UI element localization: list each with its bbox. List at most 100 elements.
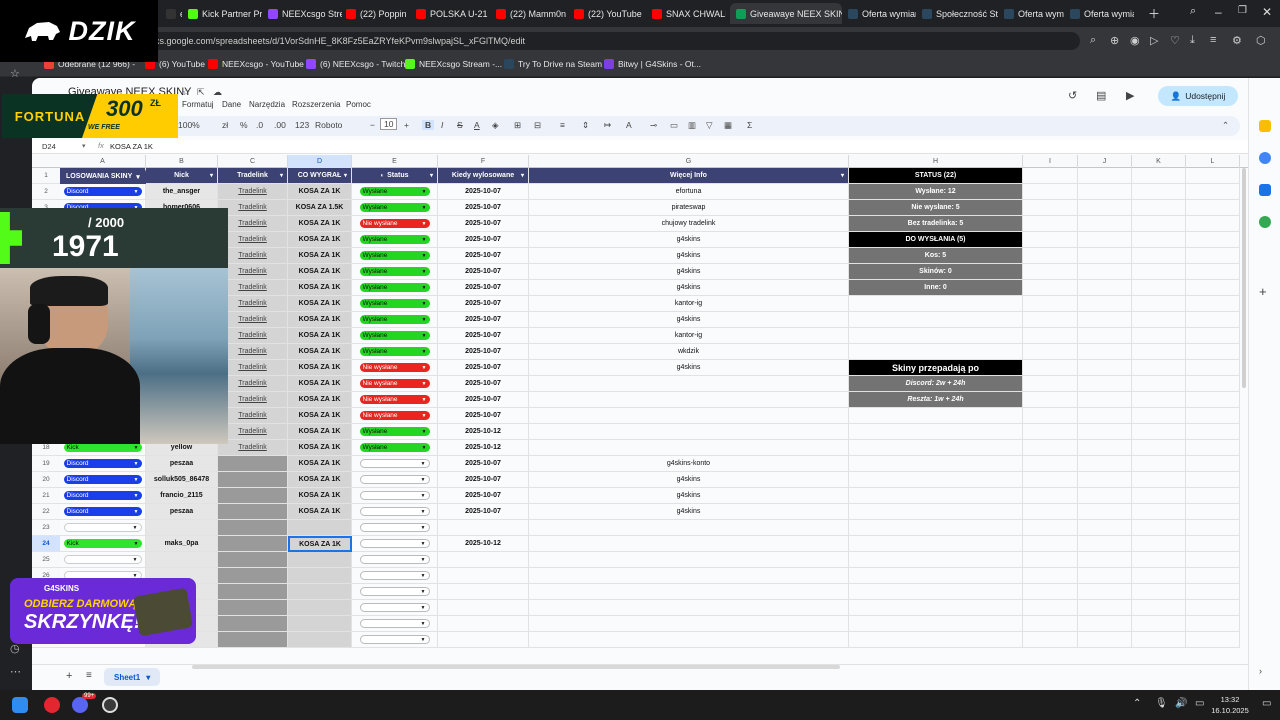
tray-chevron-icon[interactable]: ⌃ — [1133, 698, 1141, 709]
cell[interactable] — [1078, 376, 1132, 392]
cell[interactable] — [1023, 312, 1078, 328]
source-cell[interactable]: Discord ▼ — [60, 456, 146, 472]
status-dropdown[interactable]: Wysłane ▼ — [359, 251, 430, 260]
chart-icon[interactable]: ▥ — [688, 120, 696, 131]
cell[interactable] — [849, 616, 1023, 632]
valign-icon[interactable]: ⇕ — [582, 120, 589, 131]
nick-cell[interactable]: peszaa — [146, 456, 218, 472]
prize-cell[interactable]: KOSA ZA 1K — [288, 504, 352, 520]
cell[interactable] — [1078, 280, 1132, 296]
info-cell[interactable] — [529, 392, 849, 408]
cell[interactable] — [1186, 280, 1240, 296]
cell[interactable] — [1186, 392, 1240, 408]
column-header-e[interactable]: E — [352, 155, 438, 168]
info-cell[interactable]: g4skins — [529, 488, 849, 504]
cell[interactable] — [1078, 360, 1132, 376]
cell[interactable] — [1186, 408, 1240, 424]
play-icon[interactable]: ▷ — [1150, 34, 1158, 47]
cell[interactable] — [1132, 376, 1186, 392]
volume-icon[interactable]: 🔊 — [1175, 698, 1187, 709]
add-sheet-icon[interactable]: + — [66, 670, 72, 682]
cell[interactable] — [1186, 248, 1240, 264]
status-dropdown[interactable]: Wysłane ▼ — [359, 267, 430, 276]
bookmark[interactable]: Bitwy | G4Skins - Ot... — [604, 59, 701, 69]
status-cell[interactable]: Wysłane ▼ — [352, 344, 438, 360]
status-dropdown[interactable]: ▼ — [359, 555, 430, 564]
column-header-j[interactable]: J — [1078, 155, 1132, 168]
prize-cell[interactable]: KOSA ZA 1K — [288, 424, 352, 440]
cell[interactable] — [1023, 520, 1078, 536]
cell[interactable] — [1078, 216, 1132, 232]
cell[interactable] — [1186, 232, 1240, 248]
cell[interactable] — [1023, 184, 1078, 200]
currency-button[interactable]: zł — [222, 120, 228, 130]
status-cell[interactable]: ▼ — [352, 568, 438, 584]
cell[interactable] — [1023, 552, 1078, 568]
browser-tab[interactable]: Oferta wymian — [1064, 3, 1134, 24]
tradelink-cell[interactable]: Tradelink — [218, 232, 288, 248]
cell[interactable] — [1132, 168, 1186, 184]
tradelink-cell[interactable] — [218, 456, 288, 472]
column-header-f[interactable]: F — [438, 155, 529, 168]
source-dropdown[interactable]: Kick ▼ — [63, 539, 142, 548]
status-cell[interactable]: Nie wysłane ▼ — [352, 408, 438, 424]
cell[interactable] — [1132, 520, 1186, 536]
column-header-k[interactable]: K — [1132, 155, 1186, 168]
status-dropdown[interactable]: Nie wysłane ▼ — [359, 219, 430, 228]
info-cell[interactable] — [529, 408, 849, 424]
link-icon[interactable]: ⊸ — [650, 120, 657, 131]
cell[interactable] — [1132, 568, 1186, 584]
header-cell[interactable]: Tradelink ▾ — [218, 168, 288, 184]
date-cell[interactable] — [438, 568, 529, 584]
prize-cell[interactable]: KOSA ZA 1K — [288, 296, 352, 312]
cell[interactable] — [1078, 168, 1132, 184]
network-icon[interactable]: ▭ — [1195, 698, 1204, 709]
prize-cell[interactable]: KOSA ZA 1K — [288, 536, 352, 552]
prize-cell[interactable]: KOSA ZA 1K — [288, 488, 352, 504]
source-dropdown[interactable]: Discord ▼ — [63, 507, 142, 516]
add-addon-icon[interactable]: + — [1259, 284, 1267, 299]
keep-icon[interactable] — [1259, 120, 1271, 132]
cell[interactable] — [1078, 200, 1132, 216]
cell[interactable] — [1023, 296, 1078, 312]
cell[interactable] — [1186, 472, 1240, 488]
info-cell[interactable]: efortuna — [529, 184, 849, 200]
all-sheets-icon[interactable]: ≡ — [86, 670, 92, 681]
table-label[interactable]: LOSOWANIA SKINY ▾ — [60, 169, 146, 184]
tradelink-cell[interactable]: Tradelink — [218, 408, 288, 424]
status-cell[interactable]: Wysłane ▼ — [352, 296, 438, 312]
cell[interactable] — [1078, 248, 1132, 264]
cell[interactable] — [1078, 296, 1132, 312]
cell[interactable] — [849, 424, 1023, 440]
date-cell[interactable]: 2025-10-07 — [438, 200, 529, 216]
cell[interactable] — [1078, 392, 1132, 408]
source-cell[interactable]: Kick ▼ — [60, 536, 146, 552]
star-doc-icon[interactable]: ☆ — [182, 87, 190, 98]
browser-tab[interactable]: NEEXcsgo Stre — [262, 3, 342, 24]
cell[interactable] — [1132, 216, 1186, 232]
status-dropdown[interactable]: Wysłane ▼ — [359, 203, 430, 212]
status-cell[interactable]: Wysłane ▼ — [352, 248, 438, 264]
info-cell[interactable]: g4skins — [529, 312, 849, 328]
cell[interactable] — [1023, 456, 1078, 472]
cell[interactable] — [1023, 216, 1078, 232]
collapse-toolbar-icon[interactable]: ⌃ — [1222, 120, 1229, 131]
font-size-decrease[interactable]: − — [370, 120, 375, 130]
prize-cell[interactable]: KOSA ZA 1K — [288, 232, 352, 248]
maximize-icon[interactable]: ❐ — [1238, 5, 1247, 16]
date-cell[interactable]: 2025-10-07 — [438, 472, 529, 488]
column-header-g[interactable]: G — [529, 155, 849, 168]
vertical-scrollbar[interactable] — [1242, 168, 1246, 388]
cell[interactable] — [1132, 552, 1186, 568]
tradelink-cell[interactable]: Tradelink — [218, 440, 288, 456]
cell[interactable] — [849, 328, 1023, 344]
date-cell[interactable]: 2025-10-07 — [438, 376, 529, 392]
nick-cell[interactable]: francio_2115 — [146, 488, 218, 504]
browser-tab[interactable]: (22) Poppin — [340, 3, 410, 24]
nick-cell[interactable]: maks_0pa — [146, 536, 218, 552]
row-header[interactable]: 19 — [32, 456, 60, 472]
cell[interactable] — [1186, 504, 1240, 520]
cell[interactable] — [849, 568, 1023, 584]
nick-cell[interactable]: solluk505_86478 — [146, 472, 218, 488]
prize-cell[interactable] — [288, 520, 352, 536]
